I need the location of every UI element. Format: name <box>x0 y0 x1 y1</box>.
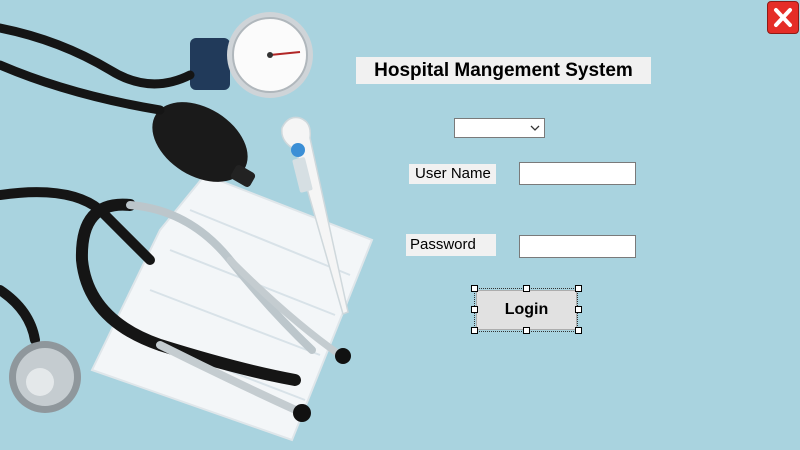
login-button[interactable]: Login <box>476 290 577 330</box>
password-input[interactable] <box>519 235 636 258</box>
chevron-down-icon <box>529 121 541 135</box>
username-label: User Name <box>409 164 496 184</box>
password-label: Password <box>406 234 496 256</box>
username-input[interactable] <box>519 162 636 185</box>
close-button[interactable] <box>767 1 799 34</box>
app-title: Hospital Mangement System <box>356 57 651 84</box>
login-window: Hospital Mangement System User Name Pass… <box>0 0 800 450</box>
role-dropdown[interactable] <box>454 118 545 138</box>
close-icon <box>774 8 792 27</box>
